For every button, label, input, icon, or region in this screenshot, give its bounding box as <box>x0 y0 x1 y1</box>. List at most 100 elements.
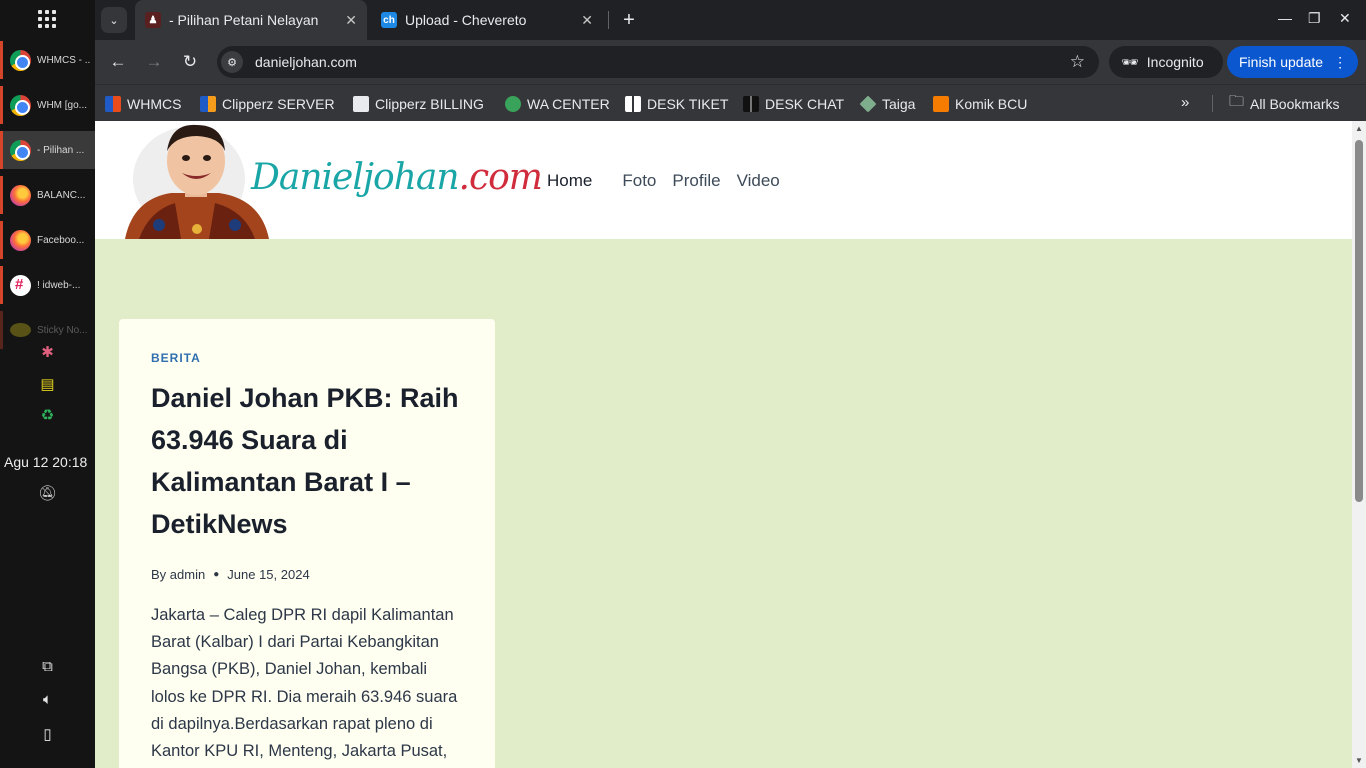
dock-app-label: BALANC... <box>37 189 86 201</box>
dock-app-label: Faceboo... <box>37 234 85 246</box>
caricature-logo-image[interactable] <box>119 121 271 239</box>
forward-button[interactable]: → <box>143 51 165 73</box>
tab-chevereto[interactable]: ch Upload - Chevereto ✕ <box>371 0 603 40</box>
site-info-icon[interactable]: ⚙ <box>221 51 243 73</box>
sticky-notes-icon <box>10 323 31 337</box>
chevron-double-right-icon[interactable]: » <box>1181 94 1189 111</box>
bookmark-desk-chat[interactable]: DESK CHAT <box>743 85 844 122</box>
finish-update-button[interactable]: Finish update ⋮ <box>1227 46 1358 78</box>
bookmark-label: Clipperz SERVER <box>222 95 335 112</box>
bookmark-star-icon[interactable]: ☆ <box>1070 52 1085 72</box>
scroll-up-icon[interactable]: ▲ <box>1354 124 1364 133</box>
dock: WHMCS - ... WHM [go... - Pilihan ... BAL… <box>0 0 95 768</box>
dock-app-balance[interactable]: BALANC... <box>0 176 95 214</box>
dock-app-facebook[interactable]: Faceboo... <box>0 221 95 259</box>
logo-name: Danieljohan <box>251 157 460 198</box>
bookmark-clipperz-server[interactable]: Clipperz SERVER <box>200 85 335 122</box>
desk-chat-icon <box>743 95 759 112</box>
clipperz-icon <box>200 95 216 112</box>
bookmark-clipperz-billing[interactable]: Clipperz BILLING <box>353 85 484 122</box>
bookmark-wa-center[interactable]: WA CENTER <box>505 85 610 122</box>
close-icon[interactable]: ✕ <box>581 12 593 29</box>
restore-icon[interactable]: ❐ <box>1308 10 1321 27</box>
bookmark-label: DESK TIKET <box>647 95 729 112</box>
nav-foto[interactable]: Foto <box>622 171 656 191</box>
bookmark-komik-bcu[interactable]: Komik BCU <box>933 85 1027 122</box>
blogger-icon <box>933 95 949 112</box>
bookmark-label: WA CENTER <box>527 95 610 112</box>
reload-icon: ↻ <box>182 52 198 71</box>
app-grid-icon[interactable] <box>38 10 56 28</box>
browser-window: ⌄ ♟ - Pilihan Petani Nelayan ✕ ch Upload… <box>95 0 1366 768</box>
notes-tray-icon[interactable]: ▤ <box>0 375 95 393</box>
chevron-down-icon: ⌄ <box>109 14 119 27</box>
toolbar: ← → ↻ ⚙ danieljohan.com ☆ 🕶︎ Incognito F… <box>95 40 1366 84</box>
incognito-badge[interactable]: 🕶︎ Incognito <box>1109 46 1223 78</box>
plus-icon: + <box>623 8 635 31</box>
author-prefix: By <box>151 567 167 582</box>
tab-pilihan[interactable]: ♟ - Pilihan Petani Nelayan ✕ <box>135 0 367 40</box>
new-tab-button[interactable]: + <box>615 6 643 34</box>
meta-separator: ● <box>213 569 220 580</box>
reload-button[interactable]: ↻ <box>179 51 201 73</box>
back-button[interactable]: ← <box>107 51 129 73</box>
address-bar[interactable]: ⚙ danieljohan.com ☆ <box>217 46 1099 78</box>
bookmark-taiga[interactable]: Taiga <box>859 85 916 122</box>
bookmark-desk-tiket[interactable]: DESK TIKET <box>625 85 728 122</box>
clock[interactable]: Agu 12 20:18 <box>4 454 87 470</box>
nav-home[interactable]: Home <box>547 171 592 191</box>
tab-separator <box>608 11 609 29</box>
incognito-icon: 🕶︎ <box>1121 53 1139 70</box>
gear-icon <box>353 95 369 112</box>
close-window-icon[interactable]: ✕ <box>1339 10 1351 27</box>
dock-app-label: Sticky No... <box>37 324 88 336</box>
minimize-icon[interactable]: — <box>1278 10 1292 26</box>
nav-profile[interactable]: Profile <box>672 171 720 191</box>
taiga-icon <box>859 95 877 112</box>
dock-app-whmcs[interactable]: WHMCS - ... <box>0 41 95 79</box>
dock-app-pilihan[interactable]: - Pilihan ... <box>0 131 95 169</box>
firefox-icon <box>10 229 31 251</box>
all-bookmarks[interactable]: 🗀︎ All Bookmarks <box>1229 85 1339 122</box>
recycle-tray-icon[interactable]: ♻ <box>0 406 95 424</box>
post-category[interactable]: BERITA <box>151 351 463 365</box>
chevereto-favicon-icon: ch <box>381 12 397 28</box>
web-page: Danieljohan.com Home Foto Profile Video … <box>95 121 1352 768</box>
post-title[interactable]: Daniel Johan PKB: Raih 63.946 Suara di K… <box>151 377 463 545</box>
url-text[interactable]: danieljohan.com <box>255 54 1070 70</box>
close-icon[interactable]: ✕ <box>345 12 357 29</box>
post-author[interactable]: admin <box>170 567 205 582</box>
site-nav: Home Foto Profile Video <box>547 171 796 191</box>
slack-tray-icon[interactable]: ✱ <box>0 343 95 361</box>
post-excerpt: Jakarta – Caleg DPR RI dapil Kalimantan … <box>151 606 458 761</box>
dock-app-label: WHMCS - ... <box>37 54 91 66</box>
firefox-icon <box>10 184 31 206</box>
nav-video[interactable]: Video <box>737 171 780 191</box>
page-scrollbar[interactable]: ▲ ▼ <box>1352 121 1366 768</box>
battery-icon[interactable]: ▯ <box>0 725 95 743</box>
bookmark-label: WHMCS <box>127 95 182 112</box>
tab-search-button[interactable]: ⌄ <box>101 7 127 33</box>
dock-app-label: WHM [go... <box>37 99 88 111</box>
dock-app-label: - Pilihan ... <box>37 144 85 156</box>
network-icon[interactable]: ⧉ <box>0 658 95 675</box>
bookmarks-bar: WHMCS Clipperz SERVER Clipperz BILLING W… <box>95 84 1366 121</box>
logo-tld: .com <box>458 157 543 198</box>
whatsapp-icon <box>505 95 521 112</box>
desk-icon <box>625 95 641 112</box>
kebab-menu-icon: ⋮ <box>1333 53 1348 70</box>
slack-icon <box>10 274 31 296</box>
scroll-down-icon[interactable]: ▼ <box>1354 756 1364 765</box>
volume-icon[interactable]: 🔈︎ <box>0 691 95 708</box>
scroll-thumb[interactable] <box>1355 140 1363 502</box>
site-logo-text[interactable]: Danieljohan.com <box>251 157 543 198</box>
incognito-label: Incognito <box>1146 54 1204 70</box>
bookmark-whmcs[interactable]: WHMCS <box>105 85 181 122</box>
site-header: Danieljohan.com Home Foto Profile Video <box>95 121 1352 239</box>
bookmark-label: Taiga <box>882 95 916 112</box>
dock-app-idweb[interactable]: ! idweb-... <box>0 266 95 304</box>
notifications-muted-icon[interactable]: 🔕︎ <box>0 484 95 502</box>
all-bookmarks-label: All Bookmarks <box>1250 95 1340 112</box>
dock-app-whm[interactable]: WHM [go... <box>0 86 95 124</box>
whmcs-icon <box>105 95 121 112</box>
